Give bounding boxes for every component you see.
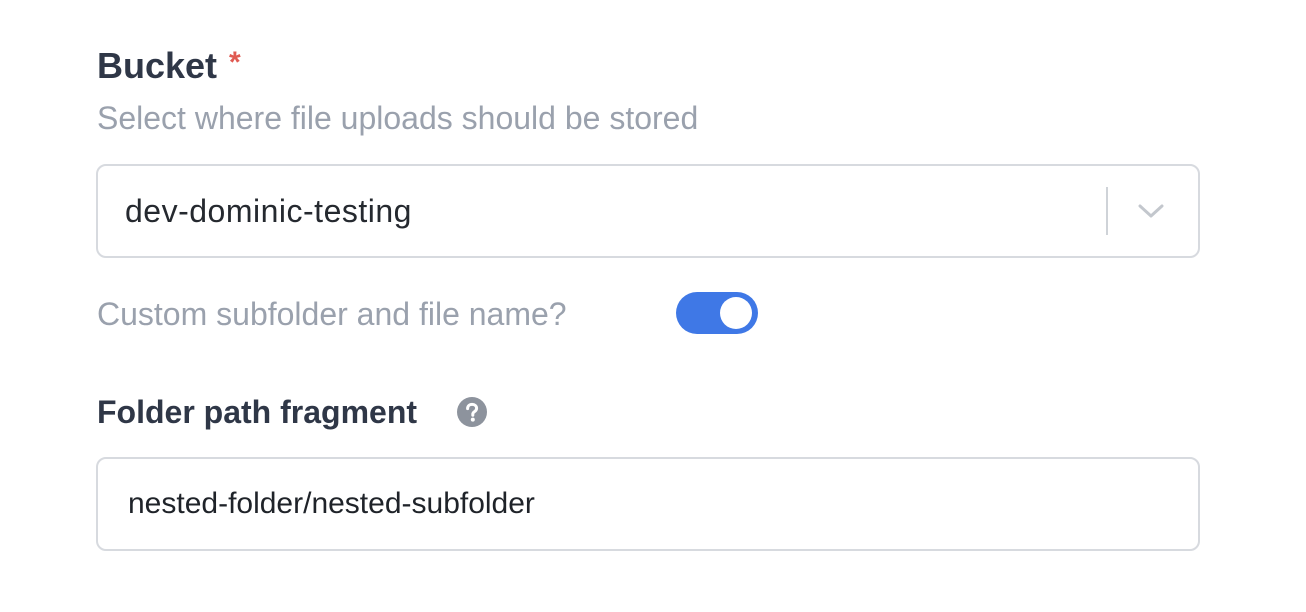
custom-path-toggle[interactable] — [676, 292, 758, 334]
select-divider — [1106, 187, 1108, 235]
required-asterisk: * — [229, 46, 241, 79]
bucket-description: Select where file uploads should be stor… — [97, 100, 699, 136]
bucket-field-label: Bucket * — [97, 40, 241, 86]
question-circle-icon[interactable] — [456, 396, 488, 428]
bucket-selected-value: dev-dominic-testing — [125, 193, 412, 229]
folder-path-input-wrapper — [96, 457, 1200, 551]
folder-path-label: Folder path fragment — [97, 394, 418, 430]
custom-path-toggle-label: Custom subfolder and file name? — [97, 296, 567, 332]
bucket-label-text: Bucket — [97, 45, 218, 86]
folder-path-input[interactable] — [128, 481, 1168, 527]
bucket-select[interactable]: dev-dominic-testing — [96, 164, 1200, 258]
toggle-knob — [720, 297, 752, 329]
chevron-down-icon[interactable] — [1136, 196, 1166, 226]
